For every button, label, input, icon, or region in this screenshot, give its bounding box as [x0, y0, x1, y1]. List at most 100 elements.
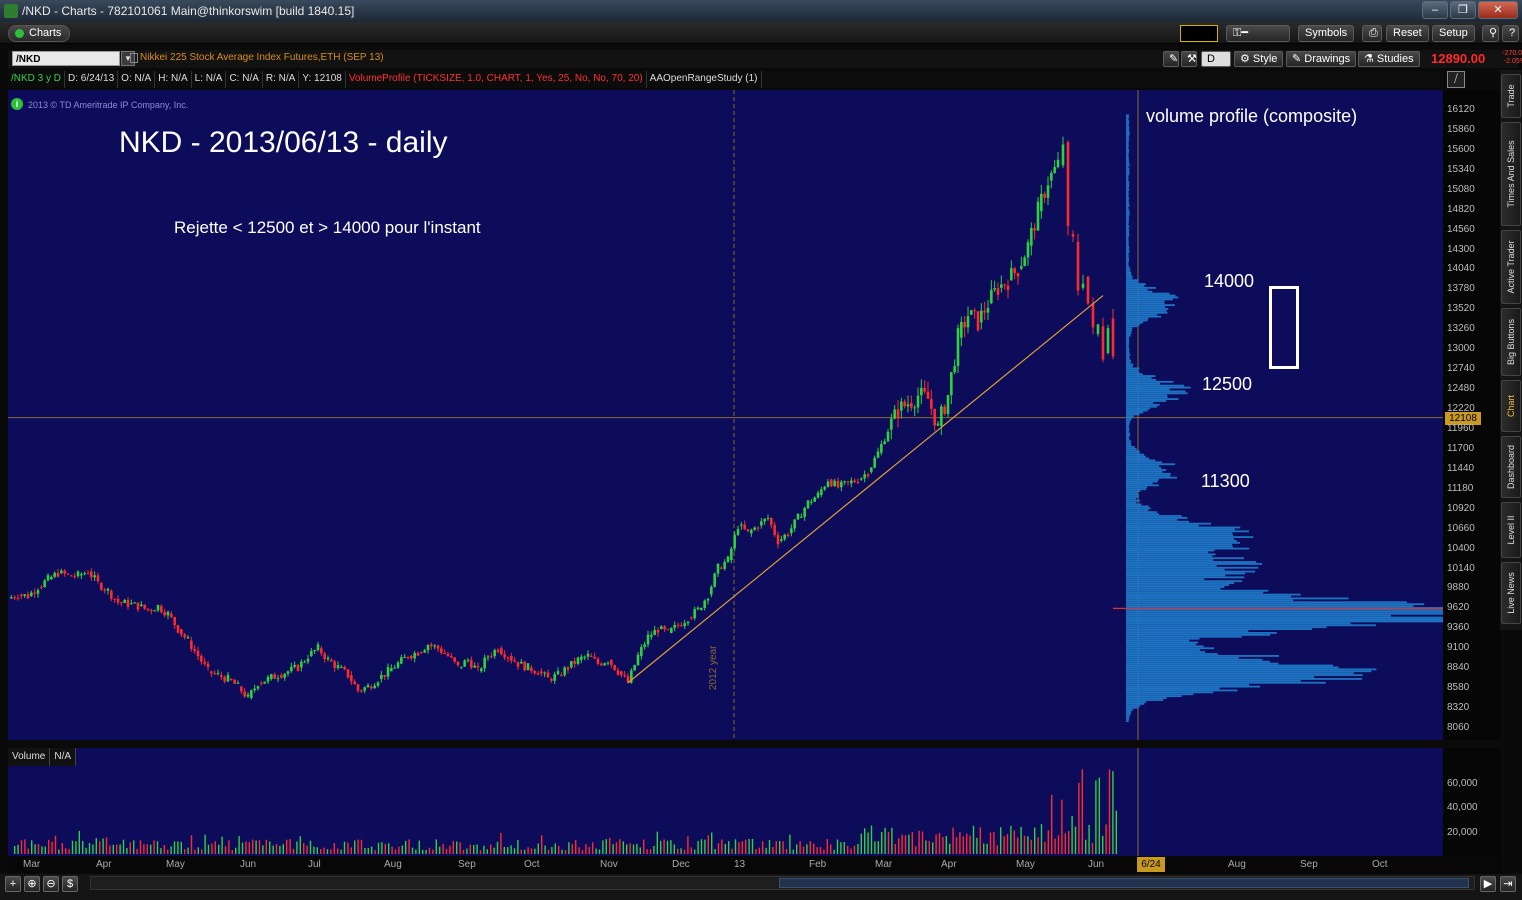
- candle-body: [1050, 172, 1053, 181]
- candle-body: [596, 658, 600, 664]
- candle-body: [206, 663, 210, 668]
- side-tab-live-news[interactable]: Live News: [1501, 562, 1521, 624]
- volume-profile-bar: [1126, 164, 1130, 167]
- candle-body: [406, 656, 410, 659]
- scroll-end-icon[interactable]: ⇥: [1500, 876, 1516, 892]
- volume-bar: [1020, 826, 1022, 854]
- volume-bar: [126, 848, 128, 854]
- trendline: [627, 295, 1104, 684]
- setup-button[interactable]: Setup: [1432, 25, 1475, 42]
- volume-profile-bar: [1126, 319, 1148, 322]
- price-axis[interactable]: 12108 16120 15860 15600 15340 15080 14820 1456…: [1443, 90, 1501, 740]
- dollar-icon[interactable]: $: [62, 876, 78, 892]
- volume-bar: [473, 844, 475, 854]
- candle-body: [976, 311, 980, 331]
- candle-body: [343, 666, 346, 670]
- drawings-button[interactable]: ✎ Drawings: [1286, 51, 1357, 67]
- zoom-fit-icon[interactable]: ⊕: [24, 876, 40, 892]
- level-11300-label: 11300: [1201, 471, 1250, 491]
- volume-bar: [17, 844, 19, 854]
- candle-body: [946, 395, 950, 415]
- volume-bar: [1040, 824, 1043, 854]
- pin-icon[interactable]: ⚲: [1482, 25, 1499, 42]
- volume-profile-bar: [1126, 482, 1153, 485]
- link-color-box[interactable]: [1180, 25, 1218, 42]
- candle-body: [463, 660, 466, 667]
- symbol-input[interactable]: /NKD: [12, 51, 120, 66]
- candle-body: [283, 673, 286, 678]
- candle-body: [413, 653, 416, 659]
- help-icon[interactable]: ?: [1502, 25, 1519, 42]
- volume-profile-study-label[interactable]: VolumeProfile (TICKSIZE, 1.0, CHART, 1, …: [346, 71, 647, 88]
- time-scrollbar[interactable]: [90, 876, 1475, 890]
- side-tab-trade[interactable]: Trade: [1501, 74, 1521, 118]
- drawing-tool-icon[interactable]: ✎: [1163, 51, 1179, 67]
- volume-profile-bar: [1126, 377, 1152, 379]
- style-button[interactable]: ⚙ Style: [1234, 51, 1284, 67]
- minimize-button[interactable]: –: [1422, 1, 1448, 19]
- volume-bar: [44, 846, 46, 854]
- volume-pane[interactable]: Volume N/A: [8, 748, 1443, 856]
- volume-bar: [707, 835, 709, 854]
- chart-settings-icon[interactable]: ⧸: [1447, 71, 1465, 88]
- price-chart[interactable]: i 2013 © TD Ameritrade IP Company, Inc. …: [8, 90, 1443, 740]
- side-tab-chart[interactable]: Chart: [1501, 380, 1521, 432]
- zoom-out-icon[interactable]: ⊖: [43, 876, 59, 892]
- wrench-icon[interactable]: ⚒: [1181, 51, 1197, 67]
- charts-tab[interactable]: Charts: [8, 25, 71, 42]
- candle-body: [780, 539, 783, 541]
- volume-profile-bar: [1126, 304, 1175, 307]
- aggregation-button[interactable]: D: [1201, 51, 1231, 67]
- volume-profile-bar: [1126, 609, 1443, 611]
- period-label[interactable]: /NKD 3 y D: [8, 71, 66, 88]
- volume-bar: [632, 844, 635, 854]
- side-tab-dashboard[interactable]: Dashboard: [1501, 436, 1521, 498]
- volume-profile-bar: [1126, 413, 1140, 416]
- volume-profile-bar: [1126, 417, 1133, 420]
- side-tab-big-buttons[interactable]: Big Buttons: [1501, 308, 1521, 376]
- scroll-right-icon[interactable]: ▶: [1480, 876, 1496, 892]
- studies-button[interactable]: ⚗ Studies: [1358, 51, 1420, 67]
- maximize-button[interactable]: ❐: [1450, 1, 1476, 19]
- candle-body: [560, 675, 563, 677]
- close-button[interactable]: ✕: [1478, 1, 1518, 19]
- side-tab-label: Chart: [1506, 394, 1516, 418]
- drawings-label: Drawings: [1304, 53, 1351, 65]
- scrollbar-thumb[interactable]: [779, 878, 1469, 888]
- price-tick-9100: 9100: [1447, 642, 1470, 654]
- info-icon[interactable]: i: [11, 98, 23, 110]
- candle-body: [580, 656, 583, 660]
- volume-bar: [513, 848, 516, 854]
- print-icon[interactable]: ⎙: [1362, 25, 1382, 42]
- chart-header: /NKD ▼ Nikkei 225 Stock Average Index Fu…: [8, 50, 1522, 68]
- volume-profile-bar: [1126, 426, 1129, 429]
- candle-body: [676, 624, 680, 626]
- symbols-button[interactable]: Symbols: [1298, 25, 1355, 42]
- candle-body: [856, 482, 860, 484]
- price-tick-11180: 11180: [1447, 482, 1474, 494]
- side-tab-times-and-sales[interactable]: Times And Sales: [1501, 122, 1521, 226]
- volume-bar: [486, 849, 488, 854]
- reset-button[interactable]: Reset: [1386, 25, 1429, 42]
- side-tab-active-trader[interactable]: Active Trader: [1501, 230, 1521, 304]
- open-range-study-label[interactable]: AAOpenRangeStudy (1): [647, 71, 762, 88]
- volume-bar: [595, 848, 597, 854]
- candle-body: [200, 655, 203, 662]
- zoom-in-icon[interactable]: +: [5, 876, 21, 892]
- volume-bar: [1078, 782, 1080, 854]
- candle-body: [920, 387, 923, 396]
- volume-bar: [915, 846, 917, 854]
- volume-profile-bar: [1126, 350, 1130, 353]
- candle-body: [673, 624, 676, 628]
- volume-bar: [490, 844, 492, 854]
- volume-bar: [959, 832, 961, 854]
- lock-icon[interactable]: [130, 53, 138, 63]
- candle-body: [326, 657, 330, 660]
- volume-bar: [728, 841, 730, 854]
- side-tab-level-ii[interactable]: Level II: [1501, 502, 1521, 558]
- volume-profile-bar: [1126, 666, 1339, 669]
- time-axis[interactable]: 6/24 Mar Apr May Jun Jul Aug Sep Oct Nov Dec 13 Feb…: [8, 856, 1501, 874]
- volume-bar: [500, 832, 502, 854]
- key-icon[interactable]: ⚿━: [1226, 25, 1290, 42]
- volume-bar: [673, 844, 675, 854]
